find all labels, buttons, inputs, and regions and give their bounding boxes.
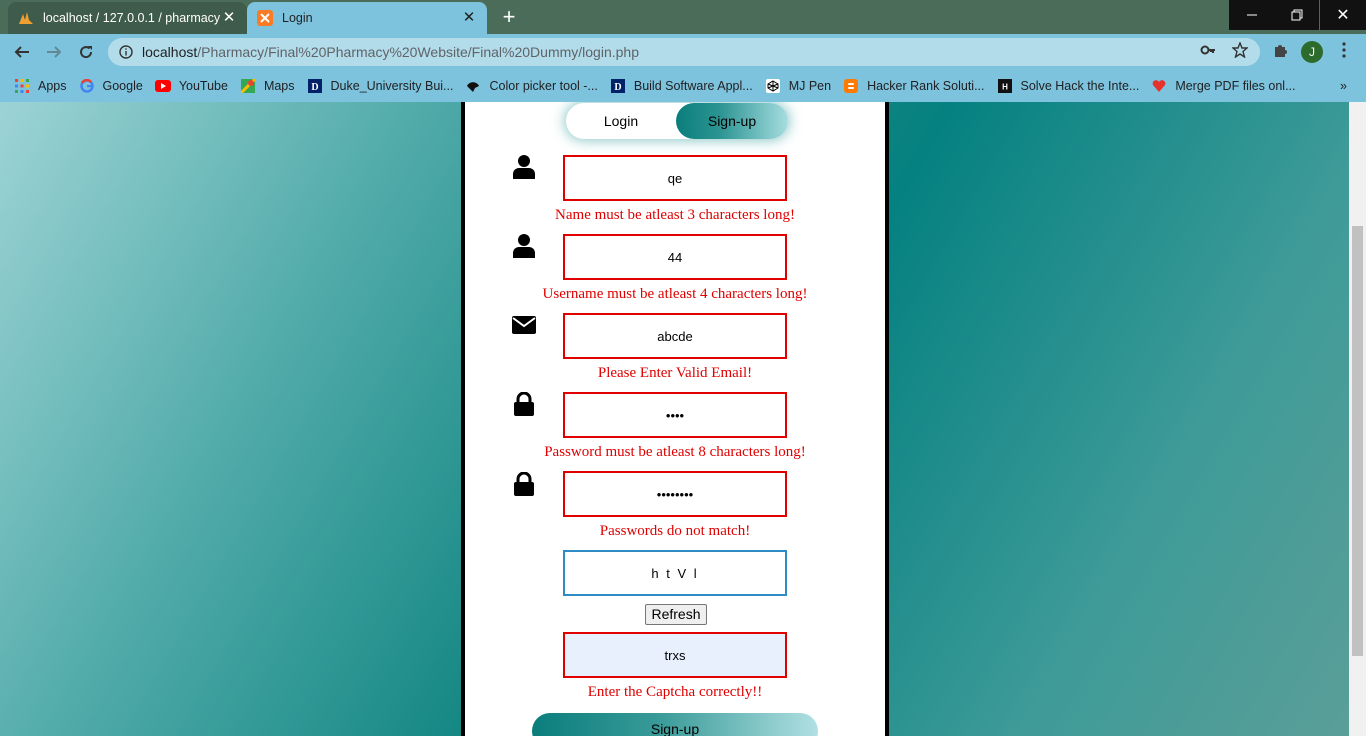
color-picker-icon <box>465 78 481 94</box>
menu-dots-icon[interactable] <box>1334 40 1354 60</box>
svg-text:H: H <box>1002 83 1008 92</box>
url-path: /Pharmacy/Final%20Pharmacy%20Website/Fin… <box>197 44 639 60</box>
tab-title: Login <box>282 11 313 25</box>
hackerrank-icon: H <box>997 78 1013 94</box>
address-bar[interactable]: localhost/Pharmacy/Final%20Pharmacy%20We… <box>108 38 1260 66</box>
email-field[interactable]: abcde <box>563 313 787 359</box>
phpmyadmin-icon <box>18 10 34 26</box>
back-icon[interactable] <box>10 40 34 64</box>
lock-icon <box>511 391 537 417</box>
refresh-captcha-button[interactable]: Refresh <box>645 604 707 625</box>
captcha-input[interactable]: trxs <box>563 632 787 678</box>
info-icon[interactable] <box>118 44 134 60</box>
google-icon <box>79 78 95 94</box>
close-tab-icon[interactable]: ✕ <box>461 10 477 26</box>
user-icon <box>511 154 537 180</box>
youtube-icon <box>154 78 171 94</box>
reload-icon[interactable] <box>74 40 98 64</box>
bookmark-label: Hacker Rank Soluti... <box>867 79 985 93</box>
lock-icon <box>511 471 537 497</box>
duke-icon: D <box>307 78 323 94</box>
tab-login[interactable]: Login ✕ <box>247 2 487 34</box>
bookmark-label: Duke_University Bui... <box>330 79 454 93</box>
captcha-display: h t V l <box>563 550 787 596</box>
bookmark-label: YouTube <box>178 79 228 93</box>
login-signup-toggle: Login Sign-up <box>566 103 788 139</box>
bookmark-google[interactable]: Google <box>73 74 149 98</box>
bookmark-duke[interactable]: D Duke_University Bui... <box>301 74 460 98</box>
profile-avatar[interactable]: J <box>1301 41 1323 63</box>
confirm-password-field[interactable]: •••••••• <box>563 471 787 517</box>
name-field[interactable]: qe <box>563 155 787 201</box>
confirm-password-error: Passwords do not match! <box>599 523 751 539</box>
toggle-signup-button[interactable]: Sign-up <box>676 103 788 139</box>
password-error: Password must be atleast 8 characters lo… <box>544 444 806 460</box>
key-icon[interactable] <box>1198 40 1218 60</box>
restore-icon[interactable] <box>1274 0 1319 30</box>
bookmark-label: Solve Hack the Inte... <box>1020 79 1140 93</box>
bookmark-label: Color picker tool -... <box>489 79 598 93</box>
close-tab-icon[interactable]: ✕ <box>221 10 237 26</box>
name-error: Name must be atleast 3 characters long! <box>555 207 795 223</box>
page-scrollbar[interactable] <box>1349 102 1366 736</box>
bookmark-maps[interactable]: Maps <box>234 74 301 98</box>
password-field[interactable]: •••• <box>563 392 787 438</box>
svg-text:D: D <box>614 82 621 93</box>
close-window-icon[interactable]: ✕ <box>1320 0 1366 30</box>
username-error: Username must be atleast 4 characters lo… <box>542 286 808 302</box>
tab-title: localhost / 127.0.0.1 / pharmacy | <box>43 11 221 25</box>
bookmark-label: Merge PDF files onl... <box>1175 79 1296 93</box>
signup-card: Login Sign-up qe Name must be atleast 3 … <box>461 102 889 736</box>
bookmark-label: Build Software Appl... <box>633 79 753 93</box>
duke-icon: D <box>610 78 626 94</box>
browser-toolbar: localhost/Pharmacy/Final%20Pharmacy%20We… <box>0 34 1366 70</box>
bookmark-label: Maps <box>263 79 295 93</box>
bookmark-label: Apps <box>38 79 67 93</box>
signup-submit-button[interactable]: Sign-up <box>532 713 818 736</box>
more-bookmarks-icon[interactable]: » <box>1334 74 1353 98</box>
bookmark-mj-pen[interactable]: MJ Pen <box>759 74 837 98</box>
envelope-icon <box>511 312 537 338</box>
blogger-icon <box>843 78 859 94</box>
bookmark-color-picker[interactable]: Color picker tool -... <box>459 74 603 98</box>
captcha-error: Enter the Captcha correctly!! <box>587 684 763 700</box>
email-error: Please Enter Valid Email! <box>597 365 753 381</box>
forward-icon[interactable] <box>42 40 66 64</box>
toggle-login-button[interactable]: Login <box>566 103 676 139</box>
bookmarks-bar: Apps Google YouTube Maps D Duke_Universi… <box>0 70 1366 102</box>
bookmark-apps[interactable]: Apps <box>8 74 73 98</box>
user-icon <box>511 233 537 259</box>
bookmark-solve-hack[interactable]: H Solve Hack the Inte... <box>991 74 1146 98</box>
bookmark-build-software[interactable]: D Build Software Appl... <box>604 74 759 98</box>
bookmark-label: Google <box>102 79 143 93</box>
svg-text:D: D <box>311 82 318 93</box>
maps-icon <box>240 78 256 94</box>
xampp-icon <box>257 10 273 26</box>
bookmark-youtube[interactable]: YouTube <box>149 74 234 98</box>
apps-grid-icon <box>14 78 30 94</box>
heart-icon <box>1151 78 1167 94</box>
extensions-icon[interactable] <box>1270 40 1290 60</box>
star-icon[interactable] <box>1230 40 1250 60</box>
page-background: Login Sign-up qe Name must be atleast 3 … <box>0 102 1366 736</box>
minimize-icon[interactable] <box>1229 0 1274 30</box>
new-tab-icon[interactable]: + <box>498 6 520 28</box>
bookmark-merge-pdf[interactable]: Merge PDF files onl... <box>1145 74 1301 98</box>
tab-phpmyadmin[interactable]: localhost / 127.0.0.1 / pharmacy | ✕ <box>8 2 247 34</box>
scrollbar-thumb[interactable] <box>1352 226 1363 656</box>
tab-strip: localhost / 127.0.0.1 / pharmacy | ✕ Log… <box>0 0 1366 34</box>
username-field[interactable]: 44 <box>563 234 787 280</box>
bookmark-hacker-rank[interactable]: Hacker Rank Soluti... <box>837 74 990 98</box>
bookmark-label: MJ Pen <box>788 79 832 93</box>
codepen-icon <box>765 78 781 94</box>
url-host: localhost <box>142 44 198 60</box>
